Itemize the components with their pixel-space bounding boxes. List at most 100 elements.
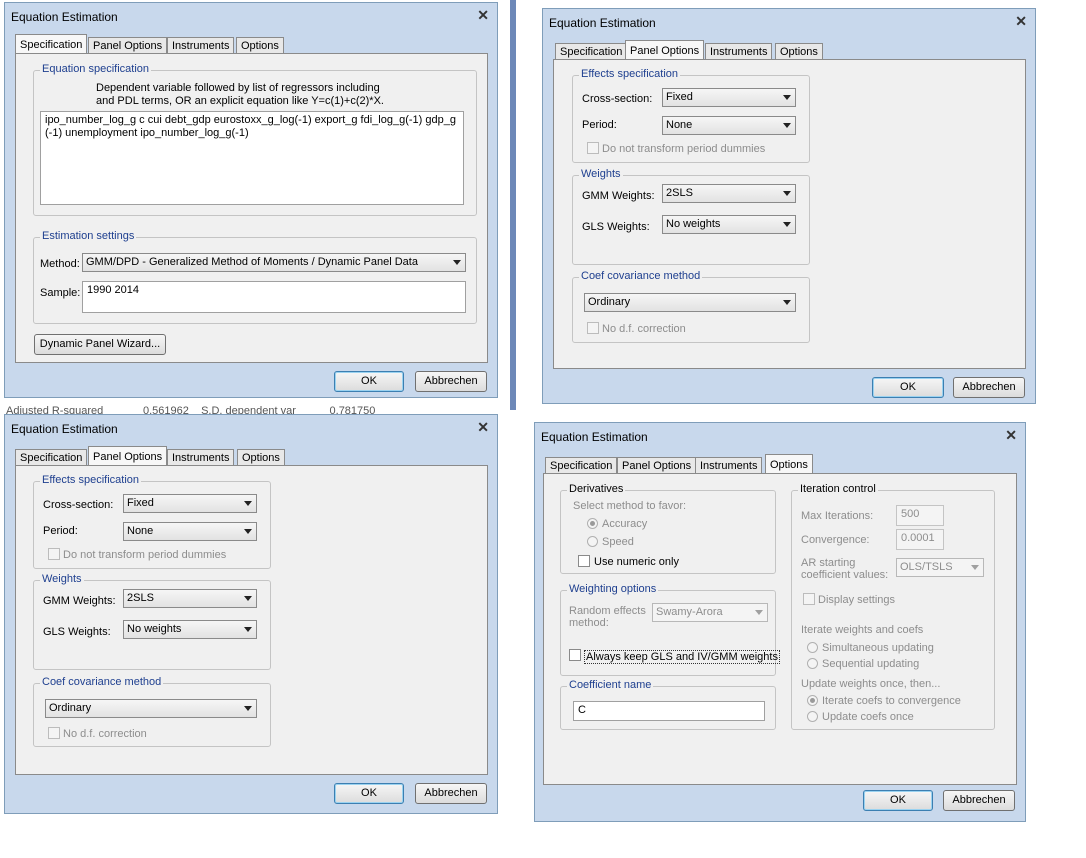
title-bar: Equation Estimation ✕: [535, 423, 1025, 449]
gls-weights-select[interactable]: No weights: [662, 215, 796, 234]
close-icon[interactable]: ✕: [477, 7, 489, 24]
tab-panel-options[interactable]: Panel Options: [88, 446, 168, 466]
group-coefficient-name: Coefficient name C: [560, 679, 776, 730]
speed-radio[interactable]: [587, 536, 598, 547]
dialog-title: Equation Estimation: [549, 16, 656, 30]
tab-options[interactable]: Options: [765, 454, 813, 474]
close-icon[interactable]: ✕: [1005, 427, 1017, 444]
tab-options[interactable]: Options: [236, 37, 284, 54]
dynamic-panel-wizard-button[interactable]: Dynamic Panel Wizard...: [34, 334, 166, 355]
random-effects-select[interactable]: Swamy-Arora: [652, 603, 768, 622]
dialog-title: Equation Estimation: [541, 430, 648, 444]
tab-panel-options[interactable]: Panel Options: [617, 457, 697, 474]
group-estimation-settings: Estimation settings Method: GMM/DPD - Ge…: [33, 230, 477, 324]
period-select[interactable]: None: [123, 522, 257, 541]
display-settings-checkbox[interactable]: [803, 593, 815, 605]
iterate-coefs-radio[interactable]: [807, 695, 818, 706]
max-iterations-label: Max Iterations:: [801, 510, 874, 522]
accuracy-radio[interactable]: [587, 518, 598, 529]
title-bar: Equation Estimation ✕: [543, 9, 1035, 35]
tab-instruments[interactable]: Instruments: [167, 37, 235, 54]
equation-input[interactable]: ipo_number_log_g c cui debt_gdp eurostox…: [40, 111, 464, 205]
group-title: Iteration control: [798, 483, 878, 495]
ok-button[interactable]: OK: [863, 790, 933, 811]
no-transform-checkbox[interactable]: [587, 142, 599, 154]
cancel-button[interactable]: Abbrechen: [943, 790, 1015, 811]
chevron-down-icon: [453, 260, 461, 265]
close-icon[interactable]: ✕: [477, 419, 489, 436]
tab-specification[interactable]: Specification: [15, 449, 88, 466]
group-weights: Weights GMM Weights: 2SLS GLS Weights: N…: [572, 168, 810, 265]
ok-button[interactable]: OK: [334, 783, 404, 804]
update-coefs-radio[interactable]: [807, 711, 818, 722]
cross-section-value: Fixed: [666, 91, 693, 103]
method-label: Method:: [40, 258, 80, 270]
tab-panel-options[interactable]: Panel Options: [88, 37, 168, 54]
sample-input[interactable]: 1990 2014: [82, 281, 466, 313]
chevron-down-icon: [783, 222, 791, 227]
tab-options[interactable]: Options: [775, 43, 823, 60]
no-df-checkbox[interactable]: [48, 727, 60, 739]
ar-starting-select[interactable]: OLS/TSLS: [896, 558, 984, 577]
method-select[interactable]: GMM/DPD - Generalized Method of Moments …: [82, 253, 466, 272]
period-select[interactable]: None: [662, 116, 796, 135]
separator-line: [510, 0, 516, 410]
cross-section-select[interactable]: Fixed: [123, 494, 257, 513]
tab-specification[interactable]: Specification: [545, 457, 618, 474]
group-derivatives: Derivatives Select method to favor: Accu…: [560, 483, 776, 574]
ok-button[interactable]: OK: [334, 371, 404, 392]
random-effects-value: Swamy-Arora: [656, 606, 723, 618]
tab-panel-options[interactable]: Panel Options: [625, 40, 705, 60]
chevron-down-icon: [971, 565, 979, 570]
dialog-panel-options-2: Equation Estimation ✕ Specification Pane…: [4, 414, 498, 814]
sample-value: 1990 2014: [87, 284, 139, 296]
title-bar: Equation Estimation ✕: [5, 3, 497, 29]
chevron-down-icon: [755, 610, 763, 615]
tab-panel: Derivatives Select method to favor: Accu…: [543, 473, 1017, 785]
cancel-button[interactable]: Abbrechen: [415, 371, 487, 392]
cross-section-select[interactable]: Fixed: [662, 88, 796, 107]
speed-label: Speed: [602, 536, 634, 548]
group-title: Coef covariance method: [40, 676, 164, 688]
group-title: Weights: [40, 573, 84, 585]
update-weights-label: Update weights once, then...: [801, 678, 941, 690]
gls-weights-label: GLS Weights:: [43, 626, 111, 638]
max-iterations-value: 500: [901, 508, 920, 520]
always-keep-checkbox[interactable]: [569, 649, 581, 661]
group-title: Estimation settings: [40, 230, 137, 242]
cancel-button[interactable]: Abbrechen: [415, 783, 487, 804]
no-df-checkbox[interactable]: [587, 322, 599, 334]
cancel-button[interactable]: Abbrechen: [953, 377, 1025, 398]
tab-panel: Effects specification Cross-section: Fix…: [15, 465, 488, 775]
gls-weights-select[interactable]: No weights: [123, 620, 257, 639]
numeric-only-checkbox[interactable]: [578, 555, 590, 567]
close-icon[interactable]: ✕: [1015, 13, 1027, 30]
simultaneous-radio[interactable]: [807, 642, 818, 653]
max-iterations-input[interactable]: 500: [896, 505, 944, 526]
chevron-down-icon: [783, 191, 791, 196]
tab-options[interactable]: Options: [237, 449, 285, 466]
group-title: Effects specification: [579, 68, 681, 80]
tab-specification[interactable]: Specification: [15, 34, 88, 54]
tab-instruments[interactable]: Instruments: [695, 457, 763, 474]
gmm-weights-label: GMM Weights:: [582, 190, 655, 202]
gmm-weights-select[interactable]: 2SLS: [662, 184, 796, 203]
dialog-specification: Equation Estimation ✕ Specification Pane…: [4, 2, 498, 398]
no-transform-checkbox[interactable]: [48, 548, 60, 560]
coefficient-name-input[interactable]: C: [573, 701, 765, 721]
cross-section-value: Fixed: [127, 497, 154, 509]
chevron-down-icon: [244, 706, 252, 711]
coef-covariance-select[interactable]: Ordinary: [45, 699, 257, 718]
gmm-weights-select[interactable]: 2SLS: [123, 589, 257, 608]
chevron-down-icon: [783, 300, 791, 305]
convergence-input[interactable]: 0.0001: [896, 529, 944, 550]
tab-specification[interactable]: Specification: [555, 43, 628, 60]
title-bar: Equation Estimation ✕: [5, 415, 497, 441]
ok-button[interactable]: OK: [872, 377, 944, 398]
tab-instruments[interactable]: Instruments: [167, 449, 235, 466]
group-iteration-control: Iteration control Max Iterations: 500 Co…: [791, 483, 995, 730]
sequential-radio[interactable]: [807, 658, 818, 669]
gmm-weights-value: 2SLS: [127, 592, 154, 604]
coef-covariance-select[interactable]: Ordinary: [584, 293, 796, 312]
tab-instruments[interactable]: Instruments: [705, 43, 773, 60]
